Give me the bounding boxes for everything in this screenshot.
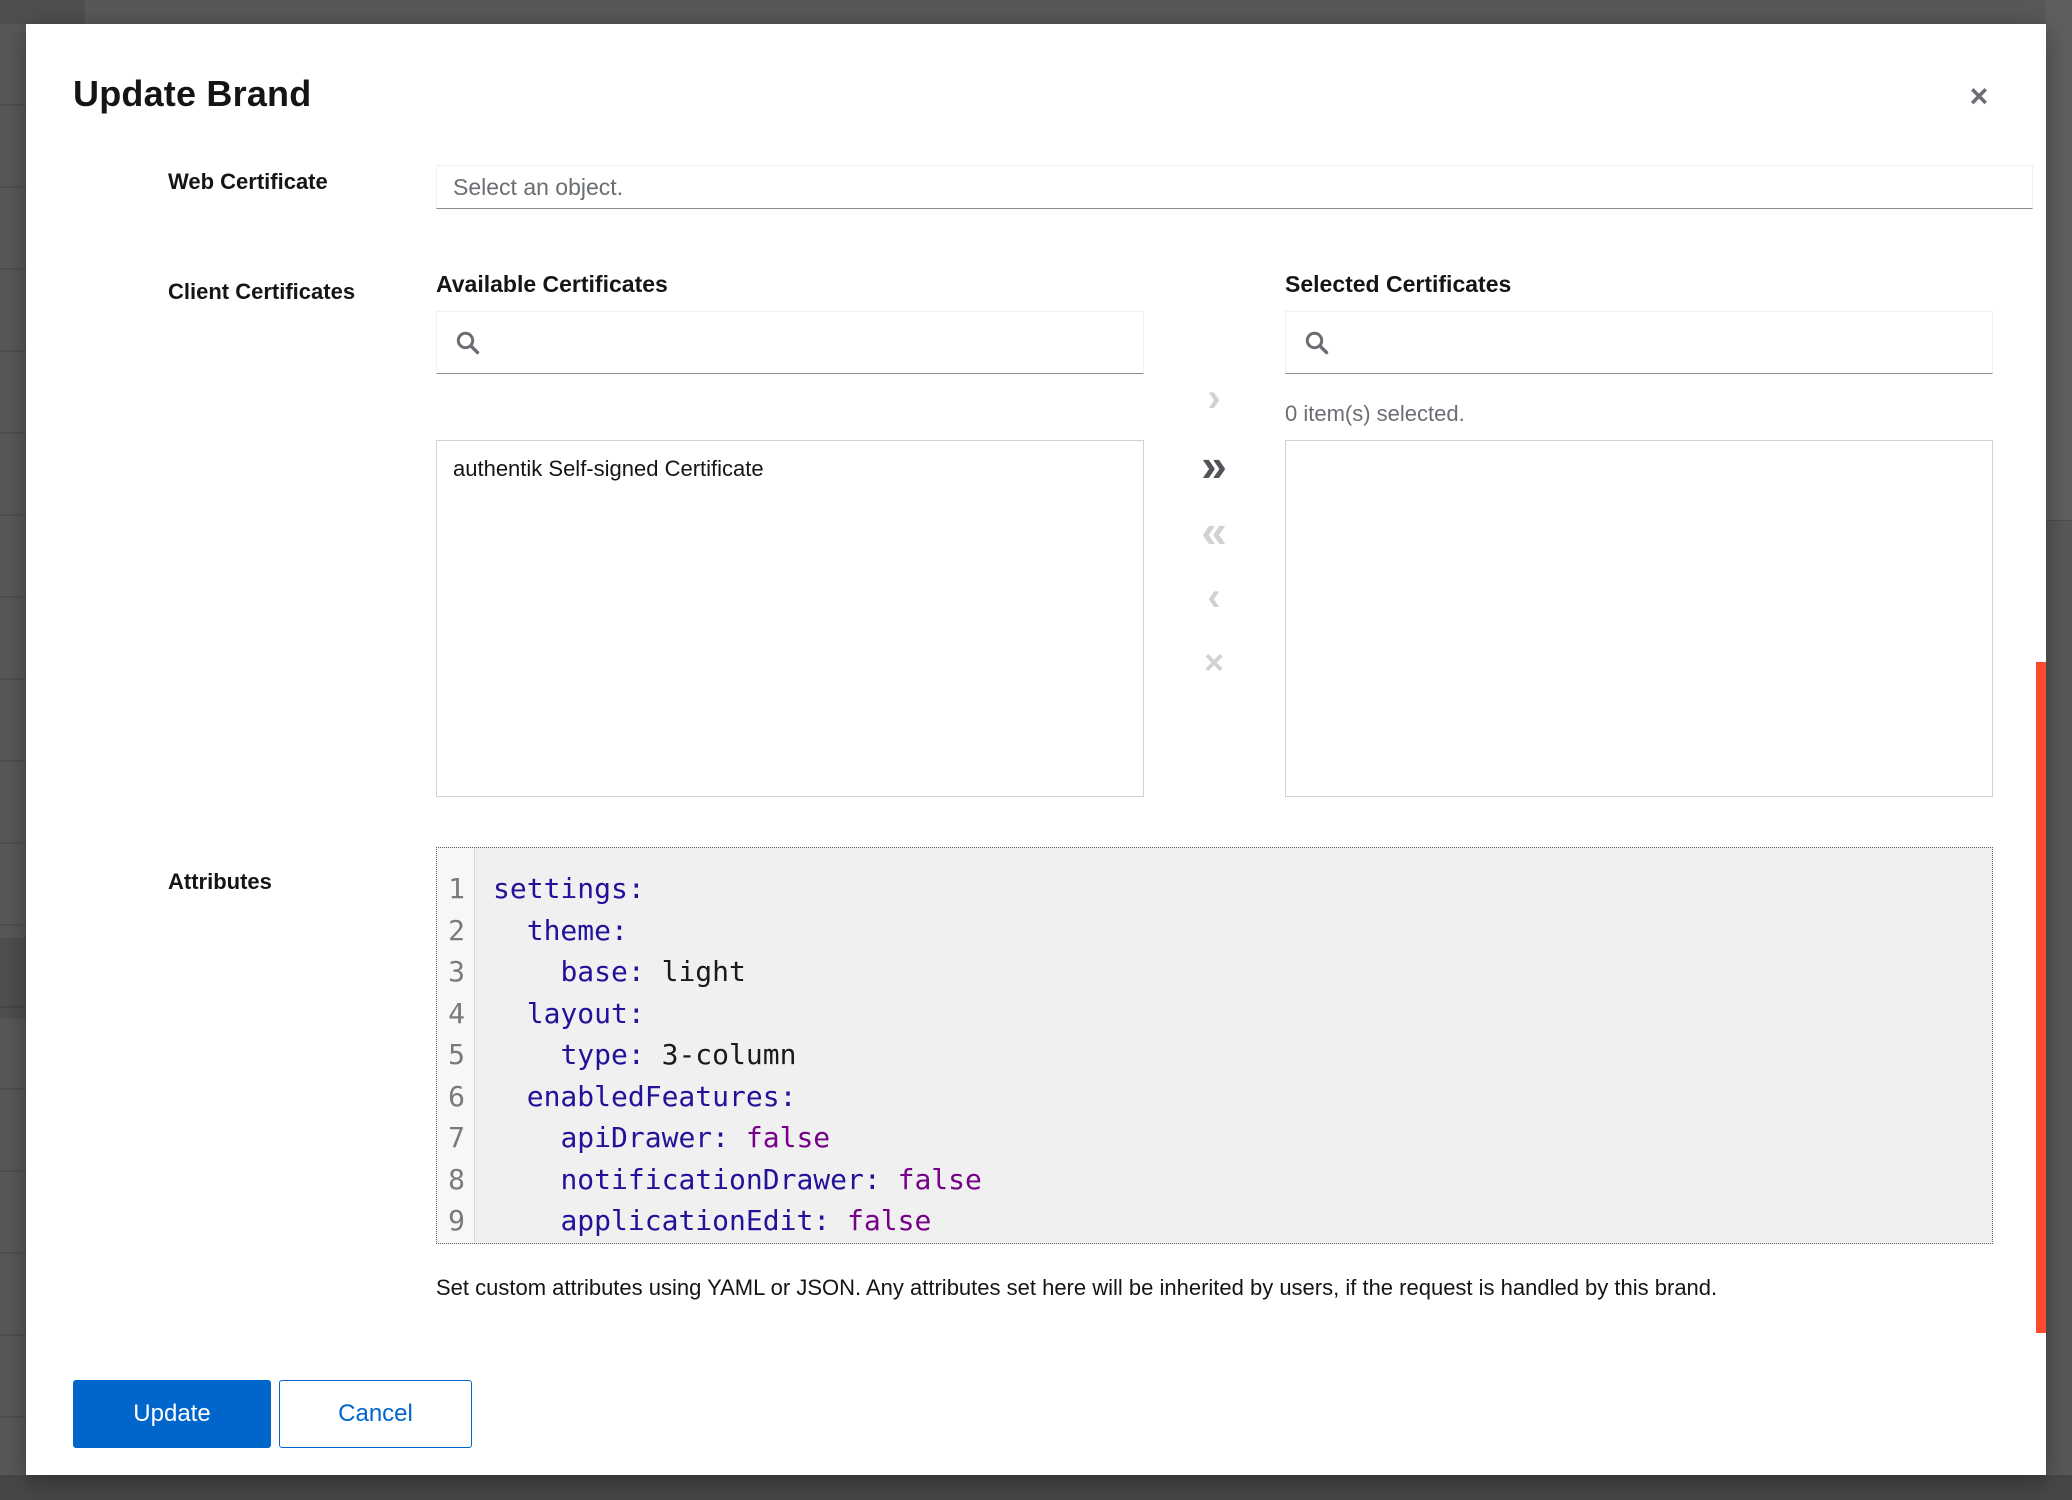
move-selected-left-button[interactable]: ‹ — [1192, 575, 1236, 619]
backdrop-bottom-strip — [0, 1475, 2072, 1500]
search-icon — [455, 330, 481, 356]
backdrop-right-strip — [2046, 0, 2072, 521]
backdrop-sidebar-strip — [0, 24, 26, 1475]
editor-line-number: 5 — [437, 1034, 474, 1076]
editor-line-number: 8 — [437, 1159, 474, 1201]
editor-code-line: notificationDrawer: false — [475, 1159, 1992, 1201]
editor-code-line: theme: — [475, 910, 1992, 952]
web-certificate-input[interactable] — [436, 165, 2033, 209]
editor-gutter: 123456789 — [437, 848, 475, 1243]
update-button[interactable]: Update — [73, 1380, 271, 1448]
move-selected-right-button[interactable]: › — [1192, 376, 1236, 420]
client-certificates-label: Client Certificates — [168, 279, 355, 305]
selected-certificates-search[interactable] — [1285, 311, 1993, 374]
editor-line-number: 3 — [437, 951, 474, 993]
selected-certificates-list[interactable] — [1285, 440, 1993, 797]
attributes-help-text: Set custom attributes using YAML or JSON… — [436, 1274, 1996, 1302]
editor-line-number: 9 — [437, 1200, 474, 1242]
editor-code-line: layout: — [475, 993, 1992, 1035]
editor-line-number: 7 — [437, 1117, 474, 1159]
certificate-list-item[interactable]: authentik Self-signed Certificate — [437, 441, 1143, 497]
editor-code-line: apiDrawer: false — [475, 1117, 1992, 1159]
editor-code-line: settings: — [475, 868, 1992, 910]
modal-title: Update Brand — [73, 72, 311, 116]
web-certificate-label: Web Certificate — [168, 169, 328, 195]
close-icon: × — [1970, 78, 1989, 114]
search-icon — [1304, 330, 1330, 356]
available-search-input[interactable] — [495, 323, 1143, 363]
update-brand-modal: Update Brand × Web Certificate Client Ce… — [26, 24, 2046, 1475]
available-certificates-heading: Available Certificates — [436, 270, 668, 298]
move-all-left-button[interactable]: « — [1192, 509, 1236, 553]
attributes-code-editor[interactable]: 123456789 settings: theme: base: light l… — [436, 847, 1993, 1244]
editor-code: settings: theme: base: light layout: typ… — [475, 848, 1992, 1243]
editor-line-number: 4 — [437, 993, 474, 1035]
editor-line-number: 6 — [437, 1076, 474, 1118]
modal-scrollbar-thumb[interactable] — [2036, 662, 2046, 1333]
editor-code-line: enabledFeatures: — [475, 1076, 1992, 1118]
selected-search-input[interactable] — [1344, 323, 1992, 363]
backdrop-sidebar-top — [0, 0, 85, 24]
editor-code-line: applicationEdit: false — [475, 1200, 1992, 1242]
move-all-right-button[interactable]: » — [1192, 443, 1236, 487]
close-button[interactable]: × — [1957, 74, 2001, 118]
editor-code-line: type: 3-column — [475, 1034, 1992, 1076]
selected-items-status: 0 item(s) selected. — [1285, 401, 1465, 427]
editor-line-number: 2 — [437, 910, 474, 952]
available-certificates-list[interactable]: authentik Self-signed Certificate — [436, 440, 1144, 797]
editor-code-line: base: light — [475, 951, 1992, 993]
clear-selection-button[interactable]: × — [1192, 641, 1236, 685]
editor-line-number: 1 — [437, 868, 474, 910]
cancel-button[interactable]: Cancel — [279, 1380, 472, 1448]
available-certificates-search[interactable] — [436, 311, 1144, 374]
selected-certificates-heading: Selected Certificates — [1285, 270, 1511, 298]
attributes-label: Attributes — [168, 869, 272, 895]
